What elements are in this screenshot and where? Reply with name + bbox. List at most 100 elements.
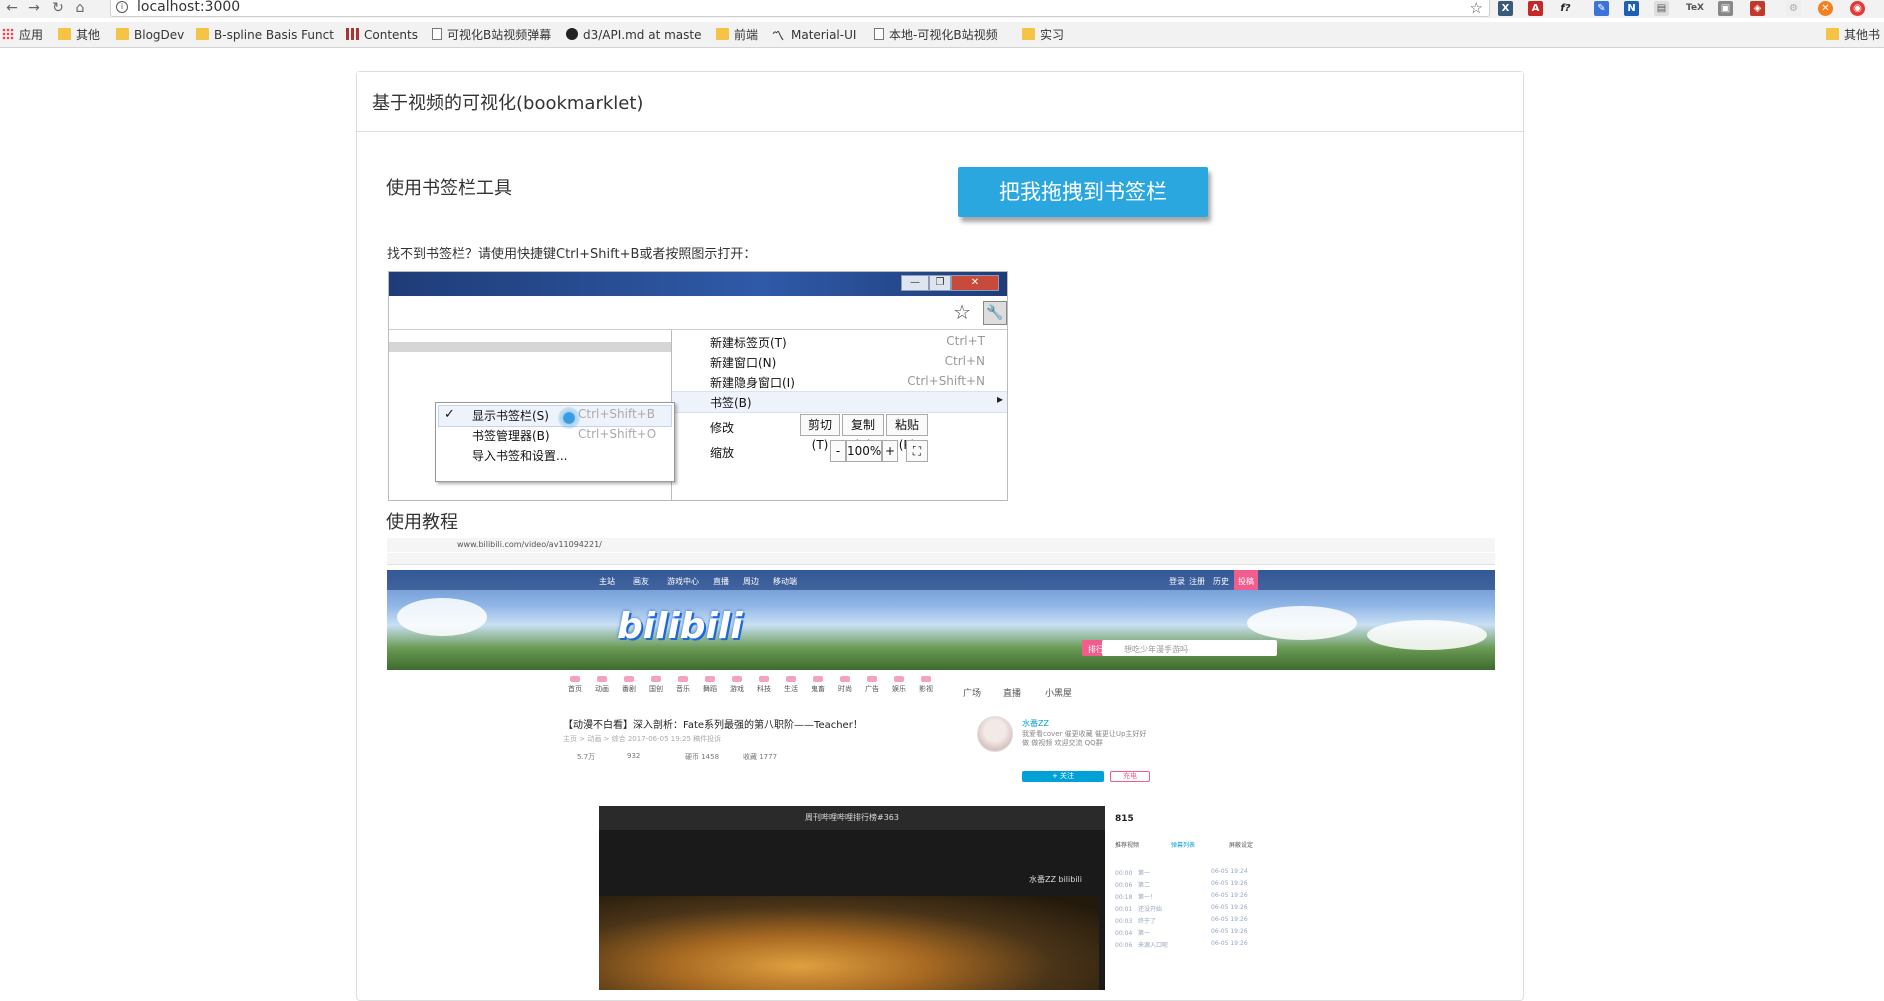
- category-item: 娱乐: [887, 676, 911, 694]
- pen-extension-icon[interactable]: ✎: [1594, 1, 1609, 16]
- cut-button: 剪切(T): [800, 414, 840, 452]
- copy-button: 复制(C): [842, 414, 884, 452]
- video-player: 周刊哔哩哔哩排行榜#363 水番ZZ bilibili: [599, 806, 1105, 990]
- zoom-in-button: +: [882, 440, 898, 462]
- other-bookmarks[interactable]: 其他书: [1826, 27, 1880, 43]
- menu-shortcut: Ctrl+N: [944, 354, 985, 368]
- bookmark-link[interactable]: 可视化B站视频弹幕: [432, 27, 551, 43]
- folder-icon: [116, 28, 129, 40]
- danmaku-row: 00:01 还没开始 06-05 19:26: [1115, 904, 1248, 913]
- address-url[interactable]: localhost:3000: [137, 0, 240, 15]
- bookmark-folder[interactable]: 其他: [58, 27, 100, 43]
- player-title: 周刊哔哩哔哩排行榜#363: [599, 806, 1105, 830]
- uploader-name: 水番ZZ: [1022, 719, 1049, 728]
- tex-extension-icon[interactable]: TeX: [1686, 1, 1704, 16]
- nav-item: 周边: [743, 577, 759, 586]
- charge-button: 充电: [1110, 771, 1150, 782]
- folder-icon: [1826, 28, 1839, 40]
- bookmarklet-heading: 使用书签栏工具: [386, 178, 512, 199]
- bookmarks-submenu: ✓ 显示书签栏(S) Ctrl+Shift+B 书签管理器(B) Ctrl+Sh…: [435, 402, 675, 482]
- extension-icon[interactable]: X: [1498, 1, 1513, 16]
- category-item: 时尚: [833, 676, 857, 694]
- zoom-value: 100%: [846, 440, 882, 462]
- cloud-decoration: [397, 598, 487, 636]
- bookmark-star-icon[interactable]: ☆: [1470, 0, 1483, 17]
- video-frame: [599, 896, 1099, 990]
- bilibili-search: 想吃少年漫手游吗: [1102, 640, 1277, 656]
- menu-shortcut: Ctrl+Shift+N: [907, 374, 985, 388]
- menu-item-edit: 修改: [710, 421, 735, 435]
- fullscreen-icon: ⛶: [906, 440, 928, 462]
- bookmark-link[interactable]: d3/API.md at maste: [566, 27, 701, 43]
- illustration-divider: [389, 342, 671, 352]
- extra-link: 广场: [963, 689, 982, 699]
- favorite-count: 收藏 1777: [743, 753, 778, 761]
- material-ui-icon: 〽: [772, 29, 785, 43]
- illustration-toolbar: ☆ 🔧: [389, 296, 1007, 330]
- page-icon: [432, 28, 442, 40]
- red-extension-icon[interactable]: ◈: [1750, 1, 1765, 16]
- page-extension-icon[interactable]: ▤: [1654, 1, 1669, 16]
- bookmark-link[interactable]: Contents: [346, 27, 418, 43]
- orange-extension-icon[interactable]: ✕: [1818, 1, 1833, 16]
- submenu-item-import: 导入书签和设置...: [472, 449, 568, 463]
- gear-extension-icon[interactable]: ⚙: [1786, 1, 1801, 16]
- home-icon[interactable]: ⌂: [72, 0, 88, 16]
- bookmark-folder[interactable]: 实习: [1022, 27, 1064, 43]
- star-icon: ☆: [953, 300, 971, 324]
- bookmark-menu-illustration: — ❐ ✕ ☆ 🔧 新建标签页(T) Ctrl+T 新建窗口(N) Ctrl+N…: [388, 271, 1008, 501]
- panel-header: 基于视频的可视化(bookmarklet): [357, 72, 1523, 132]
- bookmark-folder[interactable]: BlogDev: [116, 27, 184, 43]
- danmaku-row: 00:03 终于了 06-05 19:26: [1115, 916, 1248, 925]
- danmaku-row: 00:06 来源入口呢 06-05 19:26: [1115, 940, 1248, 949]
- category-item: 科技: [752, 676, 776, 694]
- weibo-extension-icon[interactable]: ◉: [1850, 1, 1865, 16]
- browser-toolbar: ← → ↻ ⌂ i localhost:3000 ☆ X A f? ✎ N ▤ …: [0, 0, 1884, 18]
- bookmark-folder[interactable]: B-spline Basis Funct: [196, 27, 334, 43]
- video-title: 【动漫不白看】深入剖析：Fate系列最强的第八职阶——Teacher！: [563, 720, 863, 731]
- danmaku-total: 815: [1115, 814, 1134, 824]
- category-item: 生活: [779, 676, 803, 694]
- page-icon: [874, 28, 884, 40]
- pdf-extension-icon[interactable]: A: [1528, 1, 1543, 16]
- forward-icon[interactable]: →: [26, 0, 42, 16]
- bookmark-folder[interactable]: 前端: [716, 27, 758, 43]
- nav-item: 移动端: [773, 577, 797, 586]
- address-bar[interactable]: i localhost:3000 ☆: [110, 0, 1490, 17]
- wrench-icon: 🔧: [983, 301, 1007, 325]
- bookmark-link[interactable]: 〽 Material-UI: [772, 27, 856, 43]
- danmaku-row: 00:04 第一 06-05 19:26: [1115, 928, 1248, 937]
- video-meta: 主页 > 动画 > 综合 2017-06-05 19:25 稿件投诉: [563, 735, 722, 743]
- info-icon[interactable]: i: [116, 1, 128, 13]
- reload-icon[interactable]: ↻: [50, 0, 66, 16]
- tutorial-heading: 使用教程: [386, 512, 458, 533]
- notes-extension-icon[interactable]: N: [1624, 1, 1639, 16]
- category-item: 舞蹈: [698, 676, 722, 694]
- category-item: 音乐: [671, 676, 695, 694]
- danmaku-row: 00:00 第一 06-05 19:24: [1115, 868, 1248, 877]
- print-extension-icon[interactable]: ▣: [1718, 1, 1733, 16]
- bookmarklet-drag-button[interactable]: 把我拖拽到书签栏: [958, 167, 1208, 217]
- danmaku-tab: 屏蔽设定: [1229, 842, 1254, 849]
- nav-item: 直播: [713, 577, 729, 586]
- view-count: 5.7万: [577, 753, 596, 761]
- formula-extension-icon[interactable]: f?: [1558, 1, 1573, 16]
- danmaku-count: 932: [627, 752, 641, 760]
- uploader-avatar: [977, 716, 1013, 752]
- menu-item-new-window: 新建窗口(N): [710, 356, 777, 370]
- tutorial-bookmarks-bar: [387, 553, 1495, 565]
- bookmark-apps[interactable]: 应用: [2, 27, 43, 43]
- submenu-arrow-icon: ▸: [996, 392, 1003, 406]
- folder-icon: [1022, 28, 1035, 40]
- apps-icon: [2, 28, 14, 40]
- click-cursor-icon: [558, 407, 580, 429]
- back-icon[interactable]: ←: [4, 0, 20, 16]
- tutorial-address-bar: www.bilibili.com/video/av11094221/: [387, 538, 1495, 552]
- illustration-titlebar: — ❐ ✕: [389, 272, 1007, 296]
- cloud-decoration: [1367, 620, 1487, 650]
- upload-label: 投稿: [1238, 577, 1254, 586]
- upload-button: 投稿: [1234, 570, 1258, 590]
- bilibili-banner: 主站 画友 游戏中心 直播 周边 移动端 登录 注册 历史 投稿 bilibil…: [387, 570, 1495, 670]
- category-item: 鬼畜: [806, 676, 830, 694]
- bookmark-link[interactable]: 本地-可视化B站视频: [874, 27, 998, 43]
